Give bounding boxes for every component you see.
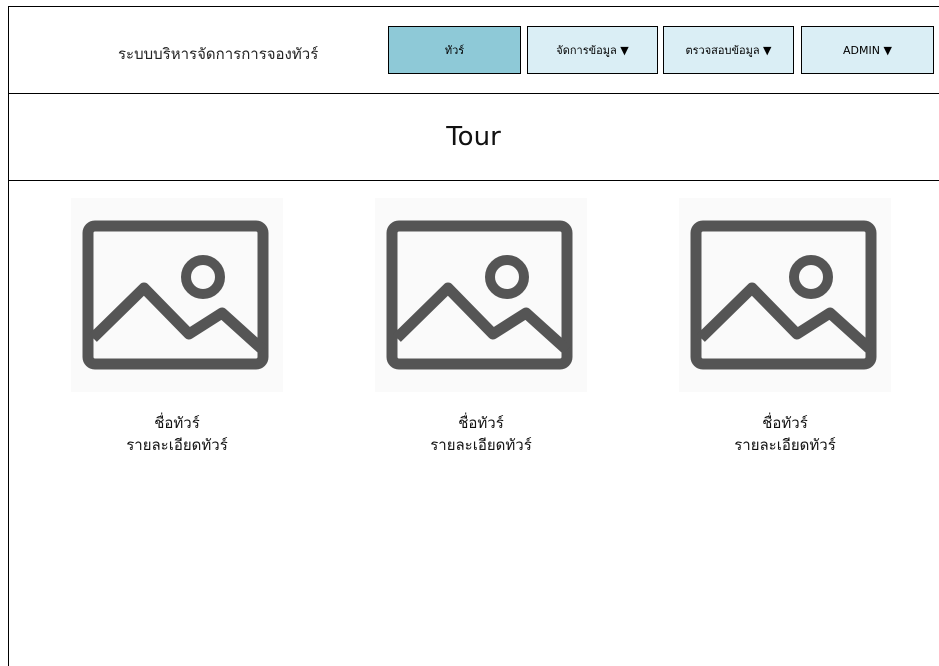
tour-card-3[interactable]: ชื่อทัวร์ รายละเอียดทัวร์	[679, 198, 891, 456]
tour-card-2[interactable]: ชื่อทัวร์ รายละเอียดทัวร์	[375, 198, 587, 456]
tour-detail: รายละเอียดทัวร์	[734, 436, 836, 454]
nav-tour-button[interactable]: ทัวร์	[388, 26, 521, 74]
tour-detail: รายละเอียดทัวร์	[126, 436, 228, 454]
tour-name: ชื่อทัวร์	[154, 414, 200, 432]
tour-name: ชื่อทัวร์	[458, 414, 504, 432]
tour-card-1[interactable]: ชื่อทัวร์ รายละเอียดทัวร์	[71, 198, 283, 456]
tour-name: ชื่อทัวร์	[762, 414, 808, 432]
image-placeholder-icon	[375, 198, 587, 392]
top-navbar: ระบบบริหารจัดการการจองทัวร์ ทัวร์ จัดการ…	[8, 6, 939, 94]
page-title: Tour	[446, 122, 501, 152]
image-placeholder-icon	[679, 198, 891, 392]
tour-detail: รายละเอียดทัวร์	[430, 436, 532, 454]
nav-admin-button[interactable]: ADMIN ▼	[801, 26, 934, 74]
page-title-band: Tour	[8, 94, 939, 181]
nav-check-data-button[interactable]: ตรวจสอบข้อมูล ▼	[663, 26, 794, 74]
app-title: ระบบบริหารจัดการการจองทัวร์	[118, 45, 319, 63]
image-placeholder-icon	[71, 198, 283, 392]
nav-manage-data-button[interactable]: จัดการข้อมูล ▼	[527, 26, 658, 74]
